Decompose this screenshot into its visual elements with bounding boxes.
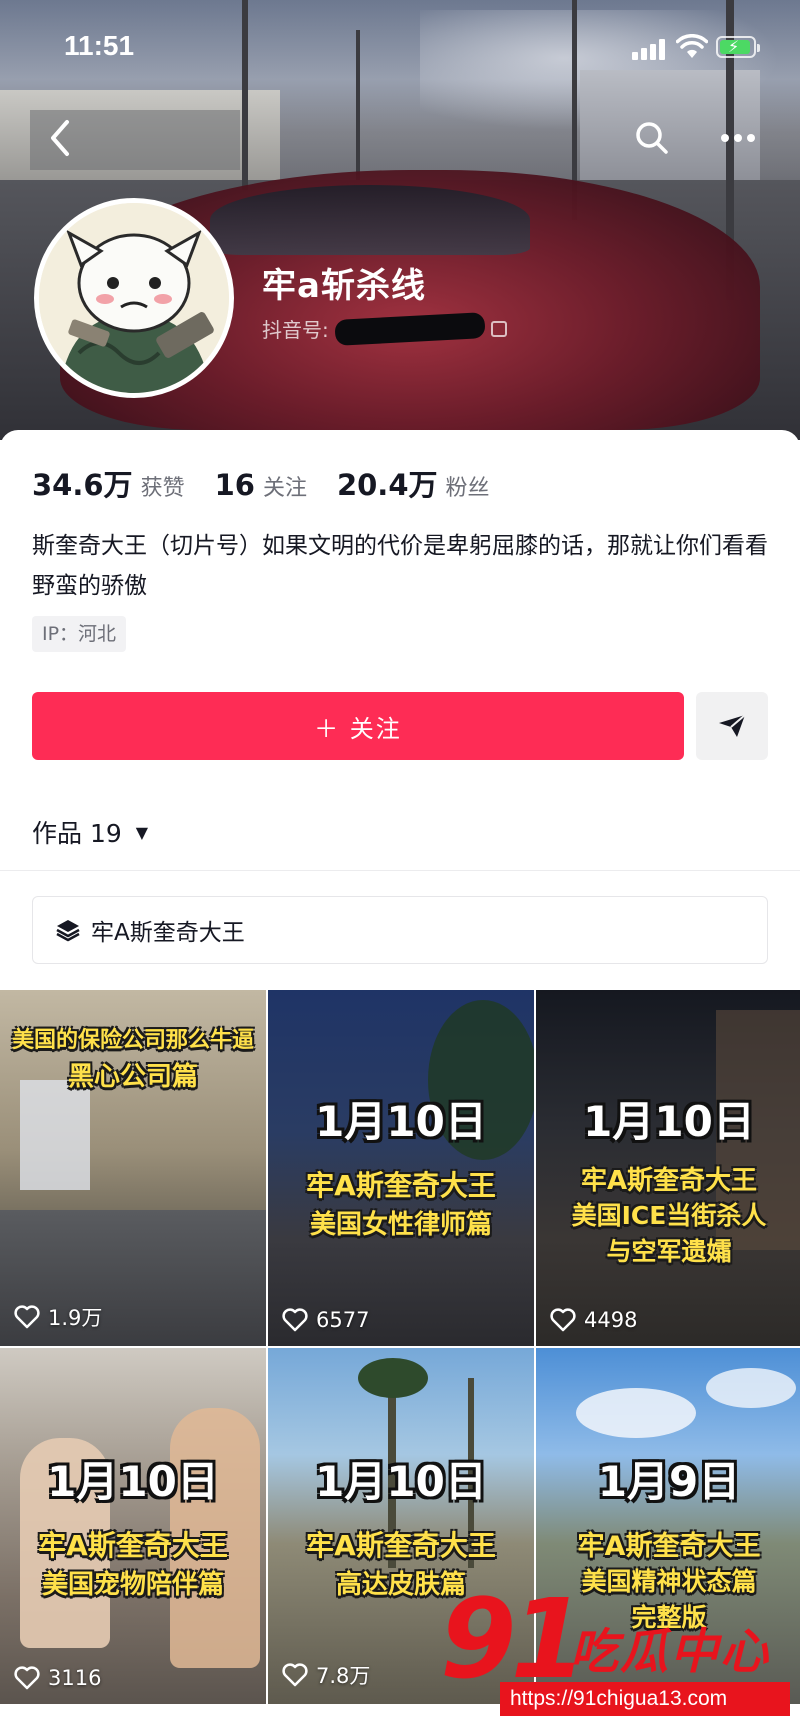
collection-label: 牢A斯奎奇大王 <box>91 920 245 946</box>
thumb-palm-top <box>358 1358 428 1398</box>
profile-bio: 斯奎奇大王（切片号）如果文明的代价是卑躬屈膝的话，那就让你们看看野蛮的骄傲 <box>32 533 768 599</box>
like-count: 3116 <box>14 1666 101 1690</box>
stat-following[interactable]: 16 关注 <box>215 468 307 502</box>
like-count: 7.8万 <box>282 1660 370 1690</box>
signal-icon <box>632 38 666 60</box>
video-date: 1月10日 <box>315 1097 487 1146</box>
copy-icon[interactable] <box>490 320 507 337</box>
thumb-shape <box>20 1080 90 1190</box>
more-button[interactable] <box>712 112 764 164</box>
heart-icon <box>550 1308 576 1332</box>
chevron-left-icon <box>51 120 69 156</box>
heart-icon <box>282 1308 308 1332</box>
video-title: 牢A斯奎奇大王 <box>577 1531 761 1562</box>
search-icon <box>636 122 668 154</box>
watermark-number: 91 <box>440 1575 587 1703</box>
video-date: 1月10日 <box>315 1457 487 1506</box>
like-count-value: 3116 <box>48 1666 102 1690</box>
like-count-value: 4498 <box>584 1308 638 1332</box>
like-count: 4498 <box>550 1308 637 1332</box>
status-bar: 11:51 ⚡ <box>0 0 800 96</box>
video-tile[interactable]: 1月10日 牢A斯奎奇大王 美国ICE当街杀人 与空军遗孀 4498 <box>536 990 800 1346</box>
avatar-illustration <box>39 203 229 393</box>
profile-header: 11:51 ⚡ 牢a斩杀线 抖音号: <box>0 0 800 440</box>
video-tile[interactable]: 美国的保险公司那么牛逼 黑心公司篇 1.9万 <box>0 990 266 1346</box>
profile-nickname: 牢a斩杀线 <box>262 266 426 306</box>
battery-icon: ⚡ <box>716 36 760 58</box>
like-count-value: 7.8万 <box>316 1664 371 1688</box>
video-date: 1月10日 <box>47 1457 219 1506</box>
heart-icon <box>282 1663 308 1687</box>
stat-value: 34.6万 <box>32 468 133 502</box>
like-count: 1.9万 <box>14 1302 102 1332</box>
tab-works-label: 作品 19 <box>32 819 122 848</box>
heart-icon <box>14 1305 40 1329</box>
header-car-window <box>210 185 530 255</box>
more-dots-icon <box>721 134 755 142</box>
video-title: 牢A斯奎奇大王 <box>580 1166 758 1196</box>
back-button[interactable] <box>34 112 86 164</box>
stat-label: 粉丝 <box>445 476 490 501</box>
video-tile[interactable]: 1月10日 牢A斯奎奇大王 美国女性律师篇 6577 <box>268 990 534 1346</box>
douyin-id: 抖音号: <box>262 311 507 346</box>
stat-label: 获赞 <box>140 476 185 501</box>
video-caption-sub: 黑心公司篇 <box>67 1062 198 1092</box>
stat-label: 关注 <box>262 476 307 501</box>
video-date: 1月9日 <box>597 1457 741 1506</box>
video-caption: 美国的保险公司那么牛逼 <box>11 1028 254 1053</box>
tab-works[interactable]: 作品 19 ▼ <box>32 814 148 850</box>
redaction-mark <box>334 311 486 346</box>
wifi-icon <box>676 34 708 58</box>
layers-icon <box>56 920 80 942</box>
ip-location-tag: IP：河北 <box>32 616 127 652</box>
heart-icon <box>14 1666 40 1690</box>
video-title: 牢A斯奎奇大王 <box>306 1529 496 1562</box>
send-icon <box>719 714 746 737</box>
stat-followers[interactable]: 20.4万 粉丝 <box>337 462 490 504</box>
divider <box>0 870 800 871</box>
like-count: 6577 <box>282 1308 369 1332</box>
site-watermark: 91 吃瓜中心 https://91chigua13.com <box>430 1584 800 1732</box>
caret-down-icon: ▼ <box>135 822 149 842</box>
video-tile[interactable]: 1月10日 牢A斯奎奇大王 美国宠物陪伴篇 3116 <box>0 1348 266 1704</box>
status-time: 11:51 <box>64 30 135 61</box>
video-subtitle: 美国宠物陪伴篇 <box>41 1570 224 1600</box>
video-subtitle-2: 与空军遗孀 <box>606 1237 732 1266</box>
like-count-value: 1.9万 <box>48 1306 103 1330</box>
thumb-cloud <box>706 1368 796 1408</box>
video-title: 牢A斯奎奇大王 <box>38 1529 228 1562</box>
like-count-value: 6577 <box>316 1308 370 1332</box>
stat-value: 16 <box>214 468 255 502</box>
collection-chip[interactable]: 牢A斯奎奇大王 <box>32 896 768 964</box>
douyin-id-label: 抖音号: <box>262 318 329 342</box>
thumb-cloud <box>576 1388 696 1438</box>
video-title: 牢A斯奎奇大王 <box>306 1169 496 1202</box>
video-subtitle: 美国女性律师篇 <box>309 1210 492 1240</box>
video-subtitle: 美国ICE当街杀人 <box>571 1201 767 1230</box>
stat-likes[interactable]: 34.6万 获赞 <box>32 462 185 504</box>
avatar[interactable] <box>34 198 234 398</box>
follow-button[interactable]: ＋ 关注 <box>32 692 684 760</box>
stats-row: 34.6万 获赞 16 关注 20.4万 粉丝 <box>32 462 520 504</box>
watermark-text: 吃瓜中心 <box>570 1624 771 1680</box>
stat-value: 20.4万 <box>336 468 438 502</box>
video-date: 1月10日 <box>583 1097 755 1146</box>
watermark-url: https://91chigua13.com <box>500 1682 790 1716</box>
search-button[interactable] <box>626 112 678 164</box>
share-button[interactable] <box>696 692 768 760</box>
